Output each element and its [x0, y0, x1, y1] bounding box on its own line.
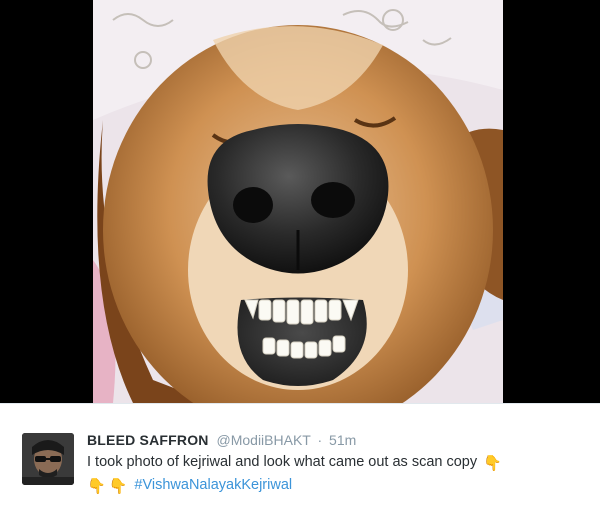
- display-name[interactable]: BLEED SAFFRON: [87, 432, 209, 448]
- dog-photo[interactable]: [93, 0, 503, 403]
- tweet: BLEED SAFFRON @ModiiBHAKT · 51m I took p…: [0, 403, 600, 506]
- pointing-down-icon: 👇: [87, 478, 106, 495]
- separator-dot: ·: [317, 432, 323, 448]
- tweet-body: I took photo of kejriwal and look what c…: [87, 454, 478, 470]
- tweet-header: BLEED SAFFRON @ModiiBHAKT · 51m: [87, 431, 356, 449]
- pointing-down-icon: 👇: [108, 478, 128, 495]
- tweet-text: I took photo of kejriwal and look what c…: [87, 451, 587, 497]
- avatar[interactable]: [22, 433, 74, 485]
- timestamp[interactable]: 51m: [329, 432, 356, 448]
- tweet-media[interactable]: [0, 0, 600, 403]
- hashtag-link[interactable]: #VishwaNalayakKejriwal: [134, 477, 292, 493]
- pointing-down-icon: 👇: [483, 455, 502, 472]
- user-handle[interactable]: @ModiiBHAKT: [217, 432, 311, 448]
